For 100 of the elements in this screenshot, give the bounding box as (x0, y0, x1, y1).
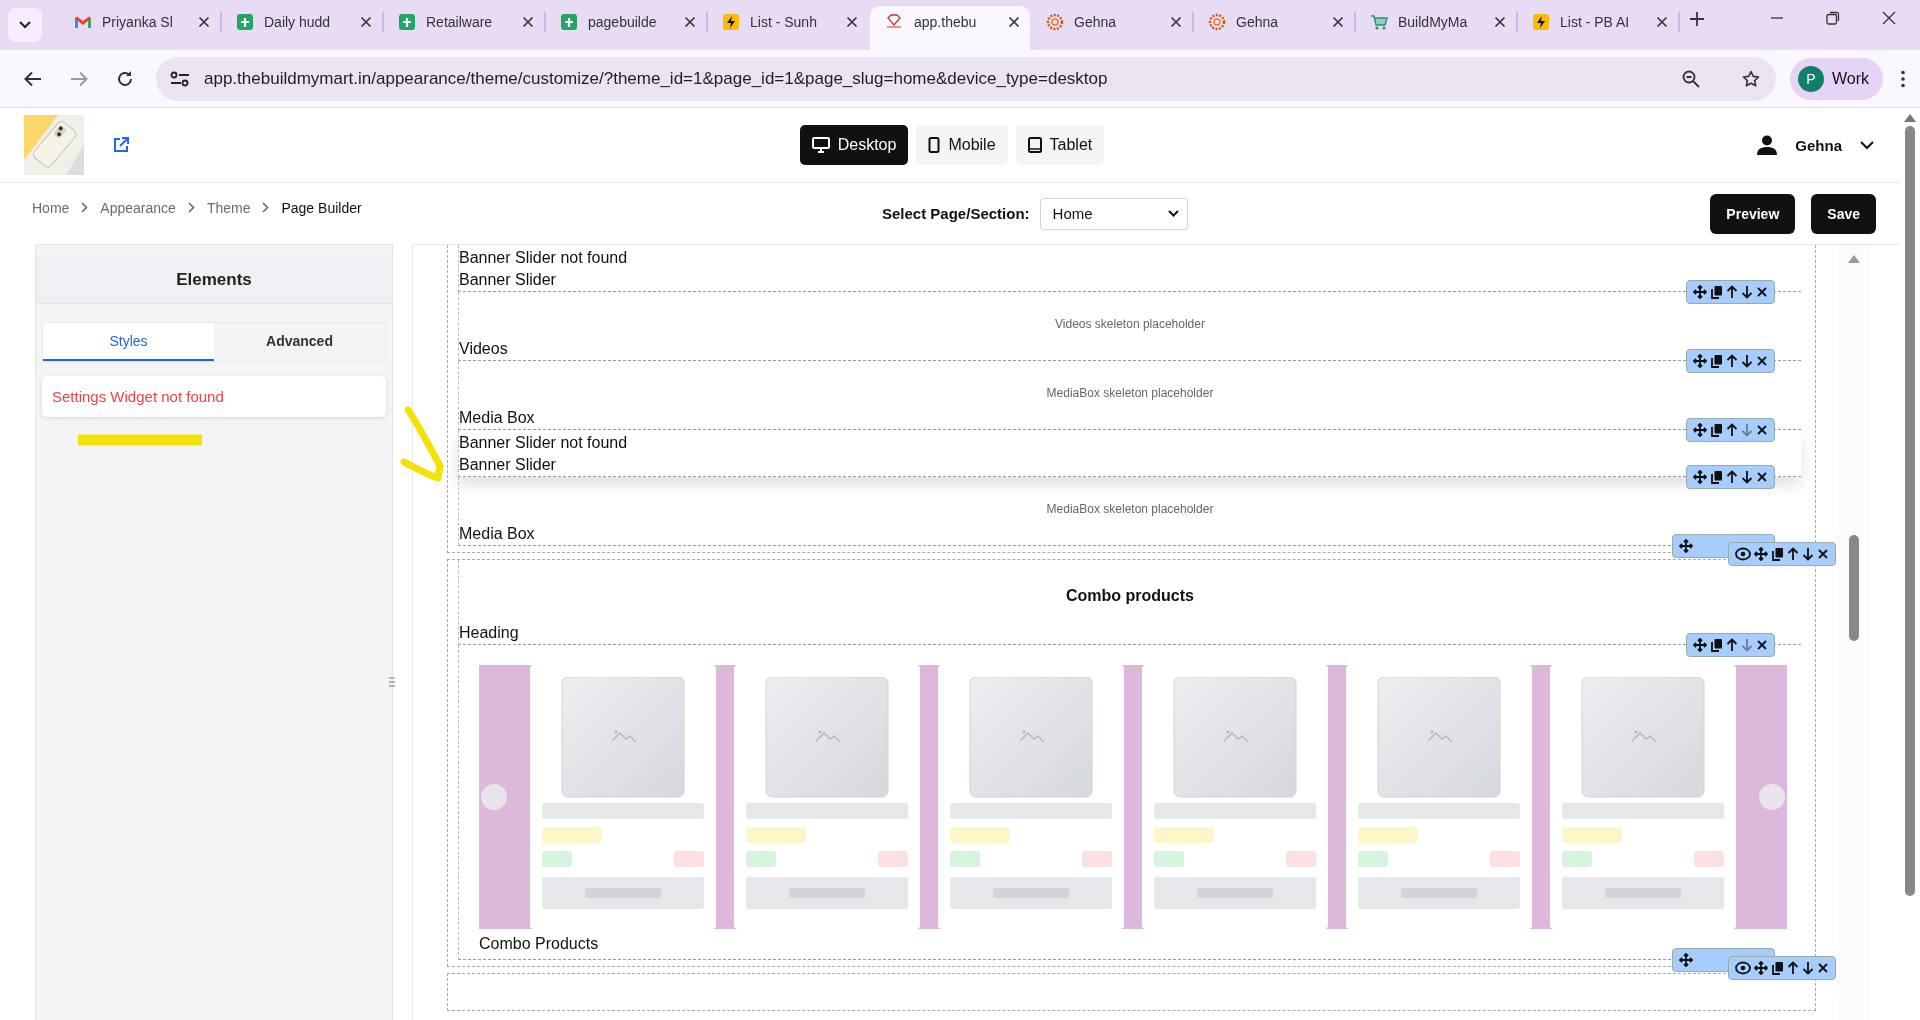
move-icon[interactable] (1679, 539, 1693, 553)
arrow-down-icon[interactable] (1802, 547, 1814, 561)
browser-tab[interactable]: Retailware (384, 6, 544, 50)
breadcrumb-link[interactable]: Home (32, 199, 70, 216)
tab-search-button[interactable] (8, 8, 42, 42)
arrow-up-icon[interactable] (1787, 961, 1799, 975)
arrow-up-icon[interactable] (1726, 470, 1738, 484)
user-icon[interactable] (1757, 135, 1778, 155)
move-icon[interactable] (1693, 285, 1707, 299)
copy-icon[interactable] (1710, 423, 1723, 437)
chevron-right-icon (187, 202, 195, 213)
copy-icon[interactable] (1771, 961, 1784, 975)
copy-icon[interactable] (1710, 638, 1723, 652)
browser-tab[interactable]: List - PB AI (1518, 6, 1678, 50)
eye-icon[interactable] (1735, 961, 1751, 975)
chevron-right-icon (262, 202, 270, 213)
back-icon[interactable] (24, 70, 42, 87)
close-icon[interactable] (684, 16, 696, 28)
arrow-down-icon[interactable] (1802, 961, 1814, 975)
device-toggle[interactable]: Mobile (916, 125, 1008, 165)
mandala-icon (1046, 13, 1064, 31)
close-icon[interactable] (1882, 11, 1896, 25)
browser-tab[interactable]: List - Sunh (708, 6, 868, 50)
move-icon[interactable] (1754, 547, 1768, 561)
device-toggle[interactable]: Desktop (799, 125, 909, 165)
external-link-icon[interactable] (112, 136, 130, 154)
browser-tab[interactable]: Gehna (1032, 6, 1192, 50)
action-button[interactable]: Preview (1710, 193, 1796, 234)
close-icon[interactable] (1817, 962, 1829, 974)
copy-icon[interactable] (1710, 354, 1723, 368)
copy-icon[interactable] (1710, 470, 1723, 484)
close-icon[interactable] (1817, 548, 1829, 560)
reload-icon[interactable] (116, 69, 134, 88)
page-select[interactable]: Home (1039, 197, 1188, 230)
site-settings-icon[interactable] (170, 70, 190, 87)
browser-tab[interactable]: Priyanka Sl (60, 6, 220, 50)
tablet-icon (1027, 137, 1042, 153)
arrow-up-icon[interactable] (1787, 547, 1799, 561)
more-menu-icon[interactable] (1901, 69, 1906, 88)
grip-handle-icon[interactable] (389, 677, 395, 687)
breadcrumb-link[interactable]: Theme (206, 199, 251, 216)
forward-icon[interactable] (70, 70, 88, 87)
move-icon[interactable] (1693, 470, 1707, 484)
browser-tab[interactable]: Gehna (1194, 6, 1354, 50)
scroll-up-icon[interactable] (1904, 114, 1916, 122)
close-icon[interactable] (1756, 424, 1768, 436)
restore-icon[interactable] (1826, 11, 1840, 25)
zoom-icon[interactable] (1682, 69, 1700, 88)
chevron-down-icon[interactable] (1860, 140, 1874, 150)
scroll-thumb[interactable] (1905, 126, 1915, 896)
star-icon[interactable] (1742, 69, 1760, 88)
close-icon[interactable] (1756, 471, 1768, 483)
close-icon[interactable] (846, 16, 858, 28)
arrow-up-icon[interactable] (1726, 423, 1738, 437)
action-button[interactable]: Save (1811, 193, 1876, 234)
copy-icon[interactable] (1771, 547, 1784, 561)
error-message: Settings Widget not found (42, 376, 386, 417)
user-name[interactable]: Gehna (1795, 136, 1842, 154)
close-icon[interactable] (1756, 286, 1768, 298)
arrow-down-icon[interactable] (1741, 470, 1753, 484)
close-icon[interactable] (1170, 16, 1182, 28)
new-tab-icon[interactable] (1690, 12, 1704, 26)
close-icon[interactable] (1756, 639, 1768, 651)
scroll-thumb[interactable] (1849, 535, 1859, 641)
close-icon[interactable] (522, 16, 534, 28)
panel-tab[interactable]: Advanced (214, 323, 385, 361)
move-icon[interactable] (1693, 354, 1707, 368)
widget-label: Banner Slider (459, 455, 557, 475)
move-icon[interactable] (1754, 961, 1768, 975)
arrow-up-icon[interactable] (1726, 638, 1738, 652)
breadcrumb-link[interactable]: Appearance (100, 199, 176, 216)
profile-button[interactable]: P Work (1790, 57, 1884, 100)
move-icon[interactable] (1693, 423, 1707, 437)
arrow-down-icon[interactable] (1741, 354, 1753, 368)
browser-tab[interactable]: pagebuilde (546, 6, 706, 50)
close-icon[interactable] (1494, 16, 1506, 28)
address-bar[interactable]: app.thebuildmymart.in/appearance/theme/customize/?theme_id=1&page_id=1&page_slug=home&device_type=desktop (156, 56, 1776, 101)
browser-tab[interactable]: BuildMyMa (1356, 6, 1516, 50)
move-icon[interactable] (1679, 953, 1693, 967)
arrow-up-icon[interactable] (1726, 285, 1738, 299)
widget-label: Media Box (459, 524, 536, 544)
scroll-up-icon[interactable] (1848, 255, 1860, 263)
browser-tab[interactable]: Daily hudd (222, 6, 382, 50)
close-icon[interactable] (1332, 16, 1344, 28)
panel-tab[interactable]: Styles (43, 323, 214, 361)
eye-icon[interactable] (1735, 547, 1751, 561)
arrow-down-icon[interactable] (1741, 285, 1753, 299)
close-icon[interactable] (360, 16, 372, 28)
chevron-down-icon (19, 21, 31, 29)
copy-icon[interactable] (1710, 285, 1723, 299)
close-icon[interactable] (1756, 355, 1768, 367)
move-icon[interactable] (1693, 638, 1707, 652)
arrow-up-icon[interactable] (1726, 354, 1738, 368)
lightning-icon (1532, 13, 1550, 31)
device-toggle[interactable]: Tablet (1015, 125, 1105, 165)
close-icon[interactable] (1656, 16, 1668, 28)
close-icon[interactable] (1008, 16, 1020, 28)
close-icon[interactable] (198, 16, 210, 28)
browser-tab[interactable]: app.thebu (870, 6, 1030, 50)
phone-icon (928, 137, 941, 153)
